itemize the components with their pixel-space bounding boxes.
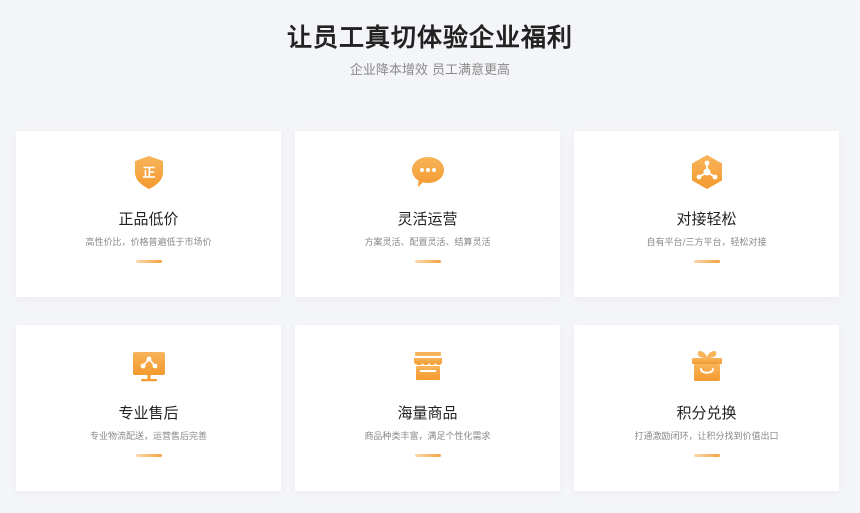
- feature-card-flexible-operation: 灵活运营 方案灵活、配置灵活、结算灵活: [295, 131, 560, 297]
- accent-bar: [135, 454, 162, 457]
- accent-bar: [414, 454, 441, 457]
- shield-authentic-icon: 正: [130, 153, 168, 191]
- feature-title: 积分兑换: [676, 404, 737, 422]
- gift-box-icon: [688, 347, 726, 385]
- feature-desc: 方案灵活、配置灵活、结算灵活: [364, 238, 491, 248]
- feature-card-points-exchange: 积分兑换 打通激励闭环，让积分找到价值出口: [574, 325, 839, 491]
- page-title: 让员工真切体验企业福利: [286, 23, 573, 52]
- feature-desc: 打通激励闭环，让积分找到价值出口: [634, 432, 779, 442]
- feature-title: 灵活运营: [397, 210, 458, 228]
- feature-desc: 专业物流配送，运营售后完善: [89, 432, 207, 442]
- feature-title: 正品低价: [118, 210, 179, 228]
- hexagon-network-icon: [688, 153, 726, 191]
- accent-bar: [693, 260, 720, 263]
- chat-bubble-icon: [409, 153, 447, 191]
- feature-grid: 正 正品低价 高性价比，价格普遍低于市场价 灵活运营 方案灵活、配置灵活、结算灵…: [16, 131, 841, 491]
- feature-card-easy-integration: 对接轻松 自有平台/三方平台，轻松对接: [574, 131, 839, 297]
- hero-section: 让员工真切体验企业福利 企业降本增效 员工满意更高: [0, 22, 860, 80]
- feature-card-authentic-low-price: 正 正品低价 高性价比，价格普遍低于市场价: [16, 131, 281, 297]
- feature-desc: 高性价比，价格普遍低于市场价: [85, 238, 212, 248]
- monitor-share-icon: [130, 347, 168, 385]
- accent-bar: [135, 260, 162, 263]
- feature-desc: 商品种类丰富，满足个性化需求: [364, 432, 491, 442]
- page-subtitle: 企业降本增效 员工满意更高: [349, 63, 511, 78]
- feature-title: 海量商品: [397, 404, 458, 422]
- accent-bar: [693, 454, 720, 457]
- feature-desc: 自有平台/三方平台，轻松对接: [646, 238, 767, 248]
- feature-card-professional-aftersales: 专业售后 专业物流配送，运营售后完善: [16, 325, 281, 491]
- accent-bar: [414, 260, 441, 263]
- feature-title: 专业售后: [118, 404, 179, 422]
- feature-card-massive-products: 海量商品 商品种类丰富，满足个性化需求: [295, 325, 560, 491]
- shield-label: 正: [142, 166, 155, 181]
- feature-title: 对接轻松: [676, 210, 737, 228]
- store-icon: [409, 347, 447, 385]
